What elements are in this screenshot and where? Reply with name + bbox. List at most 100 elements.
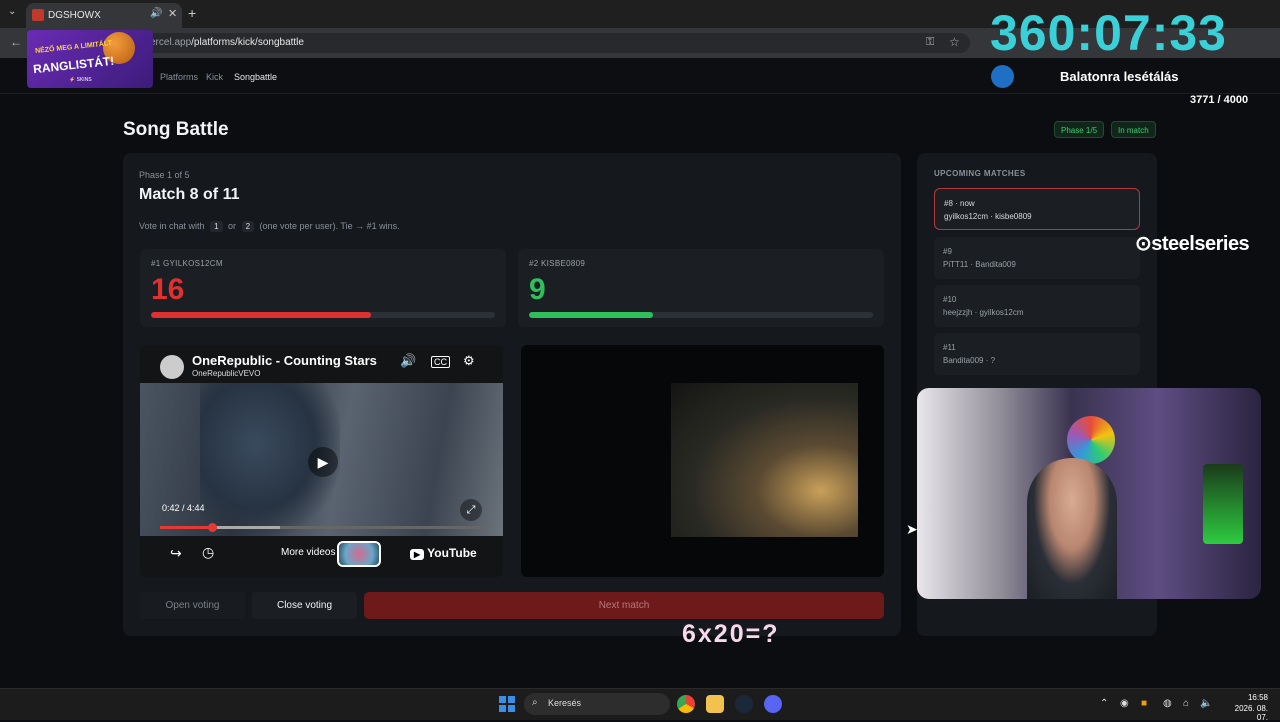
goal-count: 3771 / 4000	[1190, 94, 1249, 106]
upcoming-match-item[interactable]: #8 · now gyilkos12cm · kisbe0809	[934, 188, 1140, 230]
tray-discord-icon[interactable]: ◍	[1163, 698, 1172, 709]
contestant-1-score-card: #1 GYILKOS12CM 16	[140, 249, 506, 327]
more-videos-label[interactable]: More videos	[281, 547, 335, 558]
video-1-title[interactable]: OneRepublic - Counting Stars	[192, 353, 377, 368]
more-videos-thumbnail[interactable]	[337, 541, 381, 567]
contestant-1-vote-bar	[151, 312, 495, 318]
seek-handle[interactable]	[207, 523, 217, 532]
match-title: Match 8 of 11	[139, 186, 240, 203]
page-title: Song Battle	[123, 119, 229, 140]
file-explorer-icon[interactable]	[706, 695, 724, 713]
share-icon[interactable]: ↪	[170, 545, 182, 562]
video-player-2[interactable]	[521, 345, 884, 577]
back-arrow-icon[interactable]: ←	[10, 35, 22, 49]
subathon-timer: 360:07:33	[990, 5, 1227, 61]
upcoming-match-number: #11	[943, 343, 956, 352]
youtube-logo[interactable]: ▶ YouTube	[410, 546, 477, 560]
upcoming-match-pair: Bandita009 · ?	[943, 356, 996, 365]
video-player-1[interactable]: OneRepublic - Counting Stars OneRepublic…	[140, 345, 503, 577]
vote-hint-or: or	[228, 221, 237, 231]
bookmark-star-icon[interactable]: ☆	[949, 35, 960, 49]
vote-instructions: Vote in chat with 1 or 2 (one vote per u…	[139, 221, 400, 232]
vote-key-1: 1	[210, 221, 223, 232]
contestant-1-label: #1 GYILKOS12CM	[151, 259, 223, 268]
prize-wheel	[1067, 416, 1115, 464]
browser-tab[interactable]: DGSHOWX 🔊 ✕	[26, 3, 182, 28]
promo-brand: ⚡ SKINS	[69, 77, 92, 83]
open-voting-button[interactable]: Open voting	[140, 592, 245, 619]
goal-progress-icon	[991, 65, 1014, 88]
mouse-cursor-icon: ➤	[906, 521, 918, 537]
discord-icon[interactable]	[764, 695, 782, 713]
contestant-1-votes: 16	[151, 273, 185, 306]
watch-later-clock-icon[interactable]: ◷	[202, 544, 214, 561]
goal-title: Balatonra lesétálás	[1060, 69, 1179, 84]
tab-favicon-icon	[32, 9, 44, 21]
tray-steam-icon[interactable]: ◉	[1120, 698, 1129, 709]
clock-time: 16:58	[1247, 693, 1268, 702]
video-1-channel[interactable]: OneRepublicVEVO	[192, 369, 260, 378]
upcoming-match-item[interactable]: #9 PiTT11 · Bandita009	[934, 237, 1140, 279]
tray-chevron-icon[interactable]: ⌃	[1100, 698, 1108, 709]
vote-key-2: 2	[241, 221, 255, 232]
upcoming-match-pair: gyilkos12cm · kisbe0809	[944, 212, 1032, 221]
sponsor-name: steelseries	[1151, 233, 1250, 255]
video-1-progress-fill	[160, 526, 212, 529]
tray-app-icon[interactable]: ■	[1141, 698, 1147, 709]
contestant-2-score-card: #2 KISBE0809 9	[518, 249, 884, 327]
breadcrumb-kick[interactable]: Kick	[206, 72, 223, 82]
search-icon: ⌕	[532, 697, 538, 708]
close-voting-button[interactable]: Close voting	[252, 592, 357, 619]
fullscreen-expand-icon[interactable]: ⤢	[460, 499, 482, 521]
promo-line-2: RANGLISTÁT!	[32, 53, 115, 77]
tray-volume-icon[interactable]: 🔈	[1200, 698, 1212, 709]
upcoming-match-pair: PiTT11 · Bandita009	[943, 260, 1016, 269]
status-badge: In match	[1111, 121, 1156, 138]
streamer	[1027, 458, 1117, 599]
tray-network-icon[interactable]: ⌂	[1183, 698, 1189, 709]
channel-avatar[interactable]	[160, 355, 184, 379]
clock-date: 2026. 08. 07.	[1234, 704, 1268, 722]
promo-line-1: NÉZŐ MEG A LIMITÁLT	[34, 39, 113, 56]
upcoming-match-item[interactable]: #10 heejzzjh · gyilkos12cm	[934, 285, 1140, 327]
breadcrumb-songbattle[interactable]: Songbattle	[234, 72, 277, 82]
video-1-time: 0:42 / 4:44	[162, 503, 205, 513]
new-tab-button[interactable]: +	[188, 5, 196, 21]
tab-search-chevron-icon[interactable]: ⌄	[8, 6, 16, 17]
settings-gear-icon[interactable]: ⚙	[463, 353, 475, 369]
next-match-button[interactable]: Next match	[364, 592, 884, 619]
tab-audio-icon[interactable]: 🔊	[150, 8, 162, 19]
captions-icon[interactable]: CC	[431, 356, 450, 368]
upcoming-match-number: #10	[943, 295, 957, 304]
url-field[interactable]: ercel.app/platforms/kick/songbattle	[140, 33, 970, 53]
upcoming-matches-heading: UPCOMING MATCHES	[934, 169, 1026, 178]
url-host: ercel.app	[150, 37, 192, 48]
phase-label: Phase 1 of 5	[139, 170, 190, 180]
contestant-2-label: #2 KISBE0809	[529, 259, 586, 268]
url-path: /platforms/kick/songbattle	[191, 37, 304, 48]
steam-icon[interactable]	[735, 695, 753, 713]
math-question: 6x20=?	[682, 620, 780, 648]
phase-badge: Phase 1/5	[1054, 121, 1105, 138]
tab-title: DGSHOWX	[48, 10, 101, 21]
play-icon[interactable]: ▶	[308, 447, 338, 477]
video-1-seek-bar[interactable]	[160, 523, 483, 532]
vote-hint-prefix: Vote in chat with	[139, 221, 205, 231]
upcoming-match-pair: heejzzjh · gyilkos12cm	[943, 308, 1024, 317]
password-key-icon[interactable]: ⚿	[926, 36, 934, 49]
windows-start-icon[interactable]	[499, 696, 515, 712]
youtube-logo-text: YouTube	[427, 546, 477, 560]
upcoming-match-item[interactable]: #11 Bandita009 · ?	[934, 333, 1140, 375]
webcam-feed	[917, 388, 1261, 599]
taskbar-clock[interactable]: 16:58 2026. 08. 07.	[1232, 693, 1268, 722]
upcoming-match-number: #8 · now	[944, 199, 975, 208]
chrome-icon[interactable]	[677, 695, 695, 713]
video-2-frame[interactable]	[671, 383, 858, 537]
taskbar-search[interactable]: Keresés	[524, 693, 670, 715]
tab-close-icon[interactable]: ✕	[168, 7, 177, 20]
upcoming-match-number: #9	[943, 247, 952, 256]
breadcrumb-platforms[interactable]: Platforms	[160, 72, 198, 82]
youtube-play-icon: ▶	[410, 549, 425, 560]
contestant-2-votes: 9	[529, 273, 546, 306]
volume-icon[interactable]: 🔊	[400, 353, 416, 369]
